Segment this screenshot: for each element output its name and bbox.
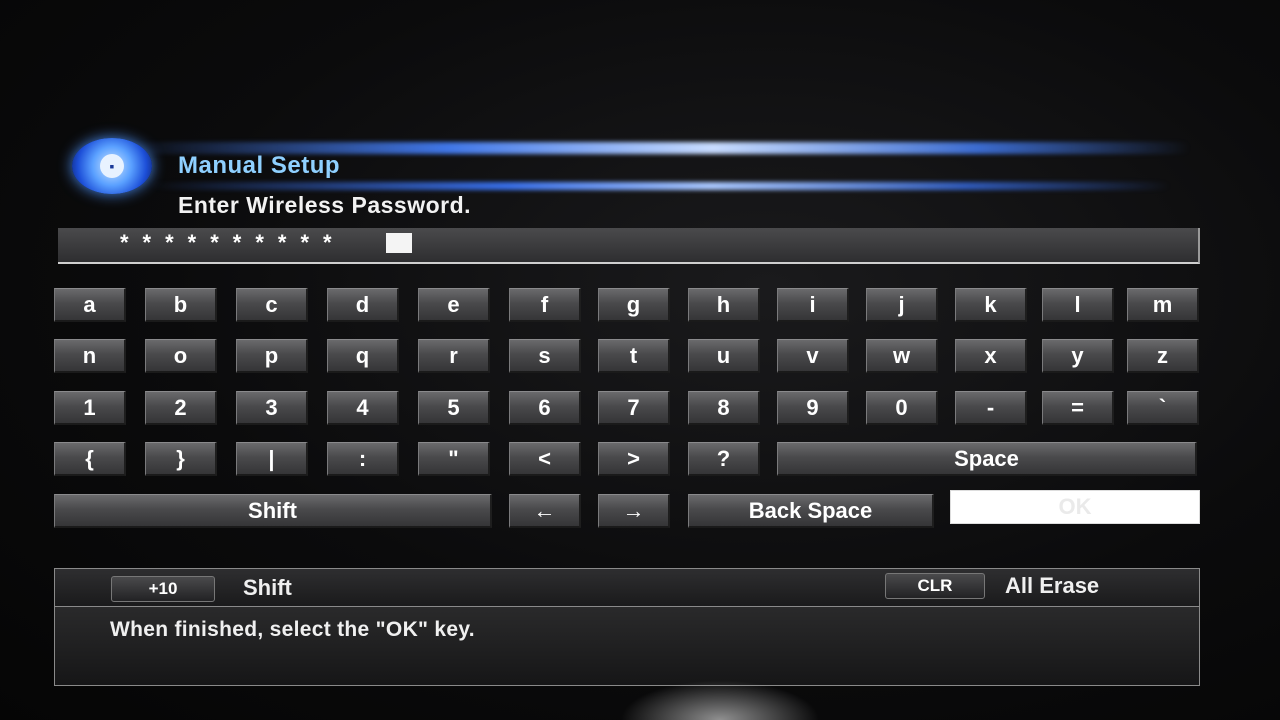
- space-key[interactable]: Space: [777, 442, 1197, 476]
- key-row2-3[interactable]: q: [327, 339, 399, 373]
- key-row2-11[interactable]: y: [1042, 339, 1114, 373]
- password-input[interactable]: **********: [58, 228, 1200, 264]
- key-row2-12[interactable]: z: [1127, 339, 1199, 373]
- clr-action-label: All Erase: [1005, 573, 1100, 598]
- key-row1-7[interactable]: h: [688, 288, 760, 322]
- key-row2-2[interactable]: p: [236, 339, 308, 373]
- key-row4-5[interactable]: <: [509, 442, 581, 476]
- key-row3-1[interactable]: 2: [145, 391, 217, 425]
- key-row1-3[interactable]: d: [327, 288, 399, 322]
- key-row3-6[interactable]: 7: [598, 391, 670, 425]
- key-row2-4[interactable]: r: [418, 339, 490, 373]
- key-row2-8[interactable]: v: [777, 339, 849, 373]
- key-row3-4[interactable]: 5: [418, 391, 490, 425]
- clr-button-chip: CLR: [885, 573, 985, 599]
- key-row4-3[interactable]: :: [327, 442, 399, 476]
- shift-key[interactable]: Shift: [54, 494, 492, 528]
- key-row2-1[interactable]: o: [145, 339, 217, 373]
- key-row1-5[interactable]: f: [509, 288, 581, 322]
- cursor-right-key[interactable]: →: [598, 494, 670, 528]
- header-glow-line-lower: [150, 182, 1170, 190]
- plus10-button-chip: +10: [111, 576, 215, 602]
- key-row2-10[interactable]: x: [955, 339, 1027, 373]
- page-title: Manual Setup: [178, 152, 341, 179]
- key-row4-7[interactable]: ?: [688, 442, 760, 476]
- key-row1-0[interactable]: a: [54, 288, 126, 322]
- key-row2-6[interactable]: t: [598, 339, 670, 373]
- backspace-key[interactable]: Back Space: [688, 494, 934, 528]
- key-row1-10[interactable]: k: [955, 288, 1027, 322]
- cursor-left-key[interactable]: ←: [509, 494, 581, 528]
- help-message: When finished, select the "OK" key.: [110, 618, 475, 641]
- network-setup-icon: ▪: [72, 138, 152, 194]
- key-row1-4[interactable]: e: [418, 288, 490, 322]
- key-row2-9[interactable]: w: [866, 339, 938, 373]
- key-row3-2[interactable]: 3: [236, 391, 308, 425]
- key-row1-8[interactable]: i: [777, 288, 849, 322]
- key-row1-1[interactable]: b: [145, 288, 217, 322]
- key-row3-11[interactable]: =: [1042, 391, 1114, 425]
- key-row4-0[interactable]: {: [54, 442, 126, 476]
- key-row1-11[interactable]: l: [1042, 288, 1114, 322]
- key-row3-5[interactable]: 6: [509, 391, 581, 425]
- key-row3-10[interactable]: -: [955, 391, 1027, 425]
- ok-key[interactable]: OK: [950, 490, 1200, 524]
- key-row1-6[interactable]: g: [598, 288, 670, 322]
- key-row2-7[interactable]: u: [688, 339, 760, 373]
- key-row4-6[interactable]: >: [598, 442, 670, 476]
- key-row1-9[interactable]: j: [866, 288, 938, 322]
- key-row3-0[interactable]: 1: [54, 391, 126, 425]
- key-row2-0[interactable]: n: [54, 339, 126, 373]
- screen-glare: [620, 680, 820, 720]
- key-row3-9[interactable]: 0: [866, 391, 938, 425]
- key-row4-4[interactable]: ": [418, 442, 490, 476]
- key-row3-12[interactable]: `: [1127, 391, 1199, 425]
- network-setup-icon-center: ▪: [100, 154, 124, 178]
- key-row2-5[interactable]: s: [509, 339, 581, 373]
- password-masked-value: **********: [120, 230, 346, 255]
- key-row3-7[interactable]: 8: [688, 391, 760, 425]
- key-row1-2[interactable]: c: [236, 288, 308, 322]
- help-bar: +10 Shift CLR All Erase: [54, 568, 1200, 608]
- key-row3-8[interactable]: 9: [777, 391, 849, 425]
- key-row1-12[interactable]: m: [1127, 288, 1199, 322]
- plus10-action-label: Shift: [243, 575, 292, 600]
- page-subtitle: Enter Wireless Password.: [178, 192, 472, 218]
- key-row4-2[interactable]: |: [236, 442, 308, 476]
- key-row3-3[interactable]: 4: [327, 391, 399, 425]
- key-row4-1[interactable]: }: [145, 442, 217, 476]
- text-cursor: [386, 233, 412, 253]
